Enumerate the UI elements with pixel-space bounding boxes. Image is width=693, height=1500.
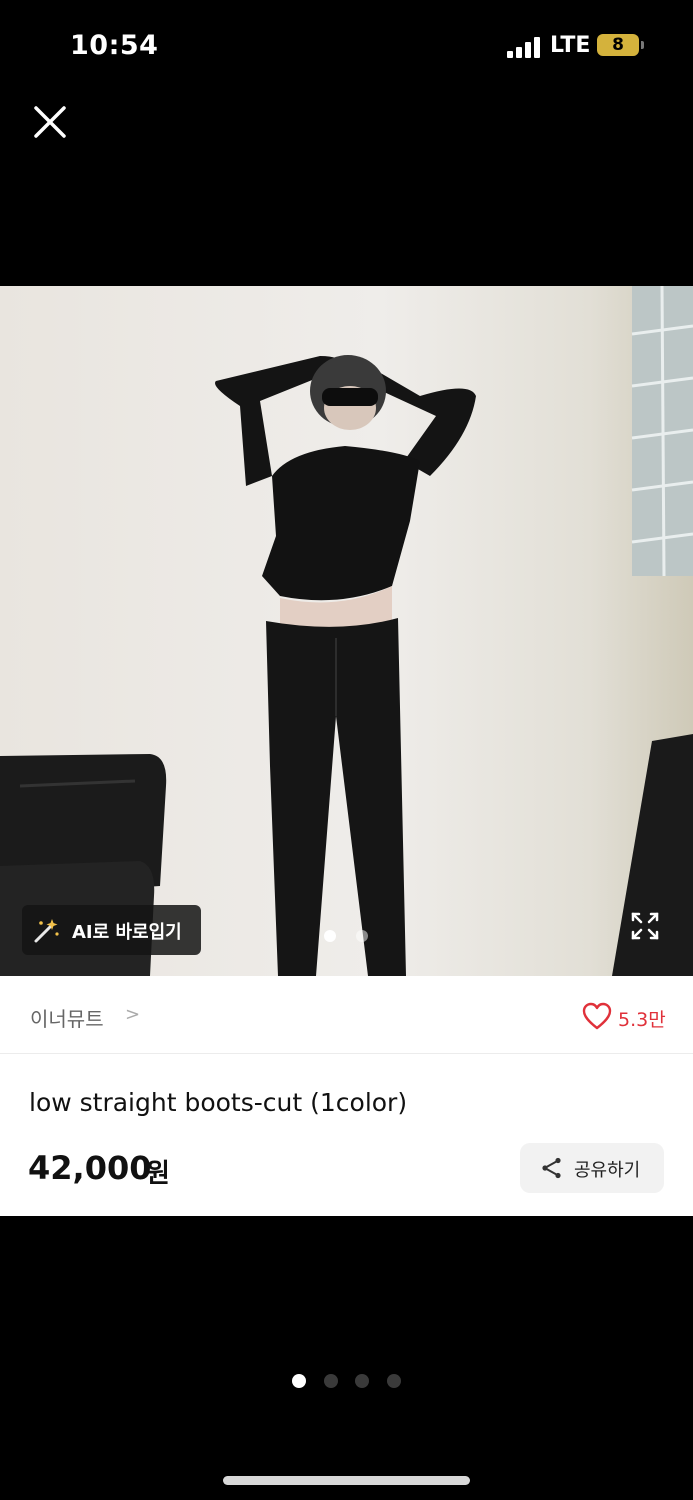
page-dot-3[interactable] [355,1374,369,1388]
brand-link[interactable]: 이너뮤트 [30,1003,104,1032]
expand-icon [631,912,659,940]
brand-row: 이너뮤트 > 5.3만 [0,976,693,1054]
battery-icon: 8 [597,34,639,56]
chevron-right-icon[interactable]: > [125,1004,140,1025]
photo-dot-2[interactable] [356,930,368,942]
close-button[interactable] [30,102,70,142]
signal-icon [507,36,543,58]
page-dot-2[interactable] [324,1374,338,1388]
network-label: LTE [550,33,591,58]
status-bar: 10:54 LTE 8 [0,0,693,90]
magic-wand-icon [34,919,59,943]
page-indicator [292,1374,402,1390]
page-dot-1[interactable] [292,1374,306,1388]
photo-carousel-indicator [324,930,374,944]
like-count: 5.3만 [618,1009,666,1031]
share-label: 공유하기 [574,1160,641,1181]
page-dot-4[interactable] [387,1374,401,1388]
close-icon [34,106,66,138]
home-indicator[interactable] [223,1476,470,1485]
product-photo-image [0,286,693,976]
ai-tryon-label: AI로 바로입기 [72,922,182,943]
share-button[interactable]: 공유하기 [520,1143,664,1193]
share-icon [542,1157,561,1179]
product-info-card: 이너뮤트 > 5.3만 low straight boots-cut (1col… [0,976,693,1216]
product-title: low straight boots-cut (1color) [29,1088,408,1117]
battery-level: 8 [612,35,624,55]
battery-tip [641,41,644,49]
status-time: 10:54 [70,30,159,61]
photo-dot-1[interactable] [324,930,336,942]
product-photo[interactable]: AI로 바로입기 [0,286,693,976]
heart-icon [582,1002,612,1030]
price-currency: 원 [146,1159,170,1189]
ai-tryon-button[interactable]: AI로 바로입기 [22,905,201,955]
fullscreen-button[interactable] [629,910,661,942]
product-price: 42,000 [28,1149,152,1187]
